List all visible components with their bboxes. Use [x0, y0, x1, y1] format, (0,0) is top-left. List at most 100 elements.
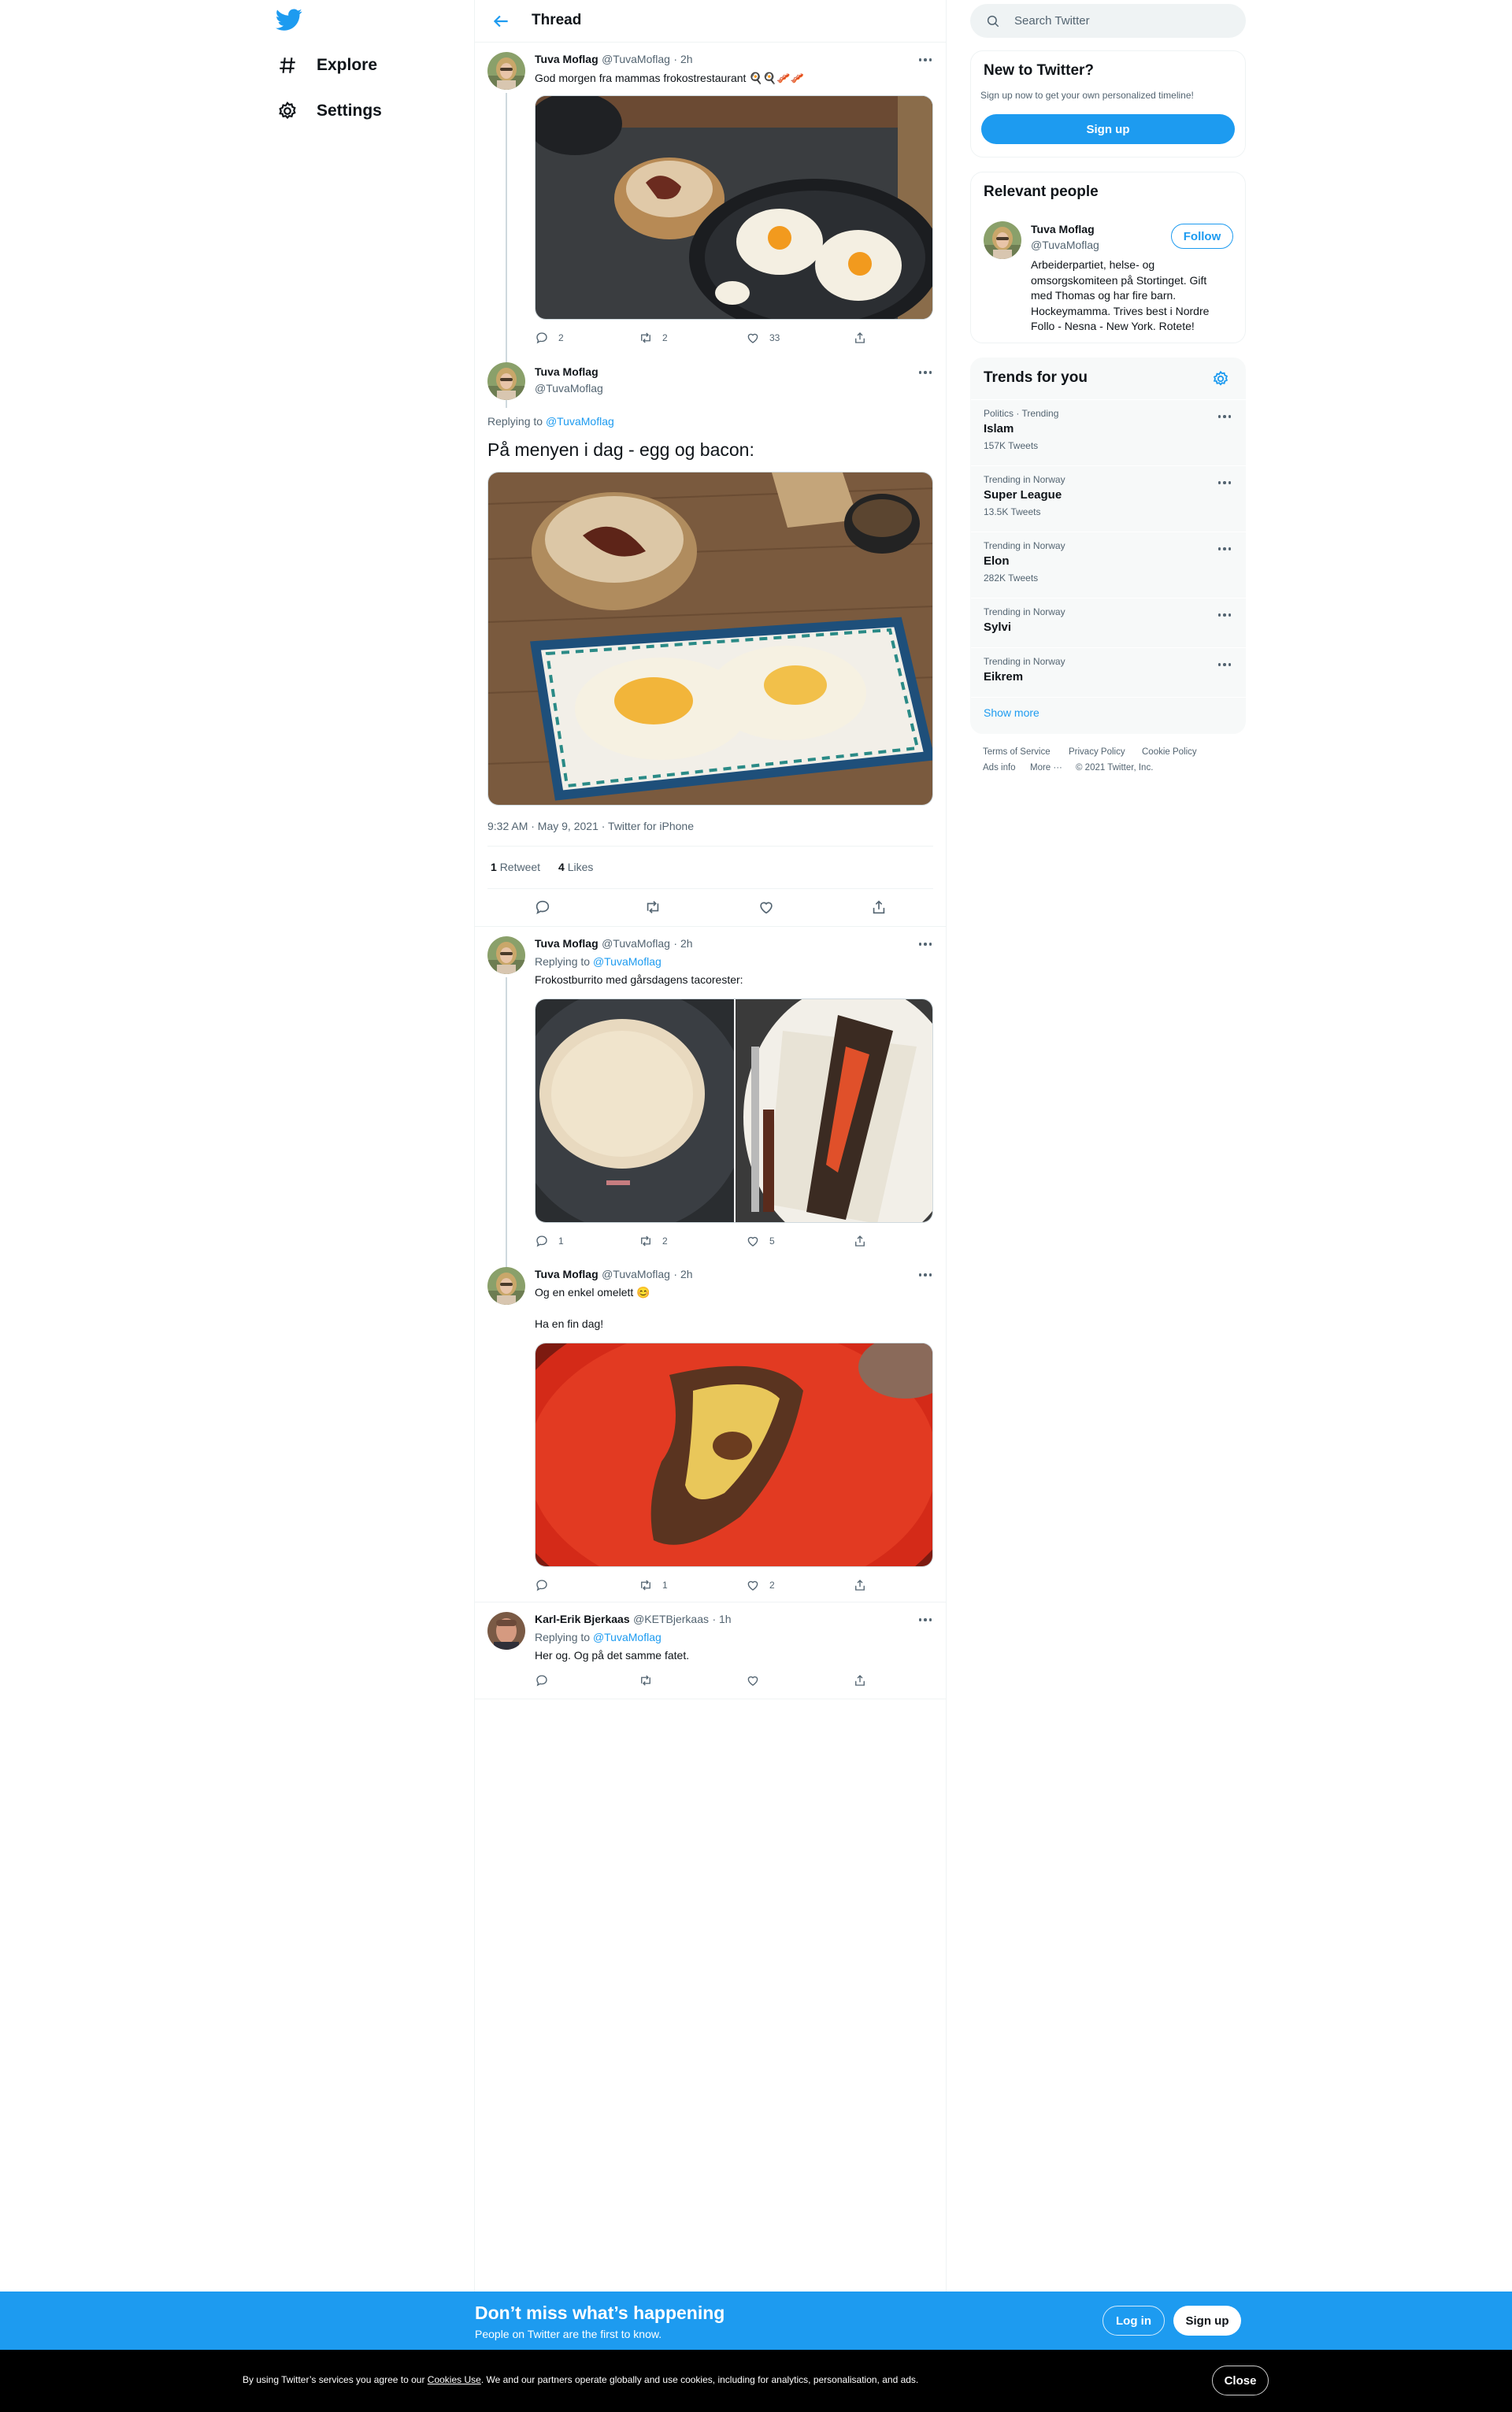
show-more-link[interactable]: Show more [984, 706, 1040, 719]
thread-connector-line [506, 977, 507, 1305]
heart-icon [758, 898, 775, 916]
trend-item[interactable]: Trending in Norway Eikrem [971, 648, 1247, 697]
more-options-icon[interactable] [916, 56, 935, 64]
nav-explore-label: Explore [317, 56, 378, 74]
reply-button[interactable] [535, 1578, 558, 1592]
thread-tweet[interactable]: Tuva Moflag @TuvaMoflag · 2h God morgen … [475, 43, 946, 408]
retweet-button[interactable]: 2 [639, 331, 668, 345]
terms-link[interactable]: Terms of Service [983, 747, 1051, 757]
reply-button[interactable] [535, 1673, 549, 1688]
author-handle[interactable]: @KETBjerkaas [633, 1613, 709, 1625]
tweet-image[interactable] [535, 1343, 933, 1567]
retweet-stat[interactable]: 1 Retweet [491, 861, 540, 873]
author-handle[interactable]: @TuvaMoflag [535, 382, 603, 395]
tweet-image[interactable] [535, 95, 933, 320]
more-options-icon[interactable] [1215, 661, 1234, 669]
trends-card: Trends for you Politics · Trending Islam… [970, 358, 1247, 734]
nav-settings[interactable]: Settings [276, 91, 382, 132]
burrito-plate-image[interactable] [736, 999, 933, 1223]
retweet-button[interactable]: 2 [639, 1234, 668, 1248]
author-name[interactable]: Karl-Erik Bjerkaas [535, 1613, 630, 1625]
avatar[interactable] [487, 52, 525, 90]
follow-button[interactable]: Follow [1171, 224, 1233, 249]
share-button[interactable] [853, 1234, 867, 1248]
retweet-button[interactable]: 1 [639, 1578, 668, 1592]
replying-to-link[interactable]: @TuvaMoflag [593, 955, 662, 968]
back-arrow-icon[interactable] [491, 11, 511, 31]
like-button[interactable]: 5 [746, 1234, 775, 1248]
thread-tweet[interactable]: Tuva Moflag @TuvaMoflag · 2h Og en enkel… [475, 1258, 946, 1602]
person-name[interactable]: Tuva Moflag [1031, 223, 1095, 235]
signup-card-subtitle: Sign up now to get your own personalized… [980, 90, 1194, 101]
reply-button[interactable]: 2 [535, 331, 564, 345]
more-options-icon[interactable] [916, 940, 935, 948]
author-name[interactable]: Tuva Moflag [535, 365, 598, 378]
hashtag-icon [276, 54, 299, 77]
trend-item[interactable]: Politics · Trending Islam 157K Tweets [971, 400, 1247, 465]
avatar[interactable] [487, 362, 525, 400]
tweet-text: Frokostburrito med gårsdagens tacorester… [535, 973, 743, 986]
ads-info-link[interactable]: Ads info [983, 763, 1016, 773]
like-button[interactable]: 33 [746, 331, 780, 345]
author-handle[interactable]: @TuvaMoflag [602, 1268, 670, 1280]
tweet-timestamp[interactable]: 9:32 AM · May 9, 2021 · Twitter for iPho… [487, 820, 694, 832]
thread-tweet[interactable]: Tuva Moflag @TuvaMoflag · 2h Replying to… [475, 927, 946, 1305]
privacy-link[interactable]: Privacy Policy [1069, 747, 1125, 757]
more-options-icon[interactable] [916, 1271, 935, 1279]
trend-item[interactable]: Trending in Norway Elon 282K Tweets [971, 532, 1247, 598]
tweet-time[interactable]: · 2h [673, 53, 692, 65]
search-input[interactable] [1014, 4, 1235, 38]
author-name[interactable]: Tuva Moflag [535, 53, 598, 65]
like-button[interactable]: 2 [746, 1578, 775, 1592]
like-button[interactable] [746, 1673, 760, 1688]
share-button[interactable] [853, 1578, 867, 1592]
tweet-time[interactable]: · 2h [673, 1268, 692, 1280]
like-button[interactable] [758, 898, 775, 916]
more-options-icon[interactable] [1215, 479, 1234, 487]
more-options-icon[interactable] [1215, 413, 1234, 421]
burrito-pan-image[interactable] [536, 999, 734, 1223]
banner-sign-up-button[interactable]: Sign up [1173, 2306, 1241, 2336]
tweet-image[interactable] [487, 472, 933, 806]
sign-up-button[interactable]: Sign up [981, 114, 1235, 144]
more-options-icon[interactable] [1215, 611, 1234, 619]
more-options-icon[interactable] [916, 1616, 935, 1624]
author-name[interactable]: Tuva Moflag [535, 1268, 598, 1280]
reply-button[interactable]: 1 [535, 1234, 564, 1248]
more-link[interactable]: More ··· [1030, 763, 1062, 773]
reply-tweet[interactable]: Karl-Erik Bjerkaas @KETBjerkaas · 1h Rep… [475, 1602, 946, 1699]
author-handle[interactable]: @TuvaMoflag [602, 53, 670, 65]
nav-explore[interactable]: Explore [276, 45, 377, 86]
retweet-button[interactable] [644, 898, 662, 916]
tweet-time[interactable]: · 1h [712, 1613, 731, 1625]
twitter-bird-icon[interactable] [276, 6, 302, 33]
reply-button[interactable] [534, 898, 551, 916]
tweet-time[interactable]: · 2h [673, 937, 692, 950]
avatar[interactable] [487, 936, 525, 974]
author-name[interactable]: Tuva Moflag [535, 937, 598, 950]
cookies-use-link[interactable]: Cookies Use [428, 2374, 481, 2385]
close-button[interactable]: Close [1212, 2366, 1269, 2395]
log-in-button[interactable]: Log in [1102, 2306, 1165, 2336]
cookie-policy-link[interactable]: Cookie Policy [1142, 747, 1197, 757]
retweet-button[interactable] [639, 1673, 653, 1688]
trend-item[interactable]: Trending in Norway Super League 13.5K Tw… [971, 466, 1247, 532]
share-button[interactable] [853, 1673, 867, 1688]
avatar[interactable] [487, 1267, 525, 1305]
trend-context: Politics · Trending [984, 408, 1059, 419]
more-options-icon[interactable] [916, 369, 935, 376]
replying-to-link[interactable]: @TuvaMoflag [546, 415, 614, 428]
share-button[interactable] [870, 898, 888, 916]
avatar[interactable] [487, 1612, 525, 1650]
more-options-icon[interactable] [1215, 545, 1234, 553]
person-handle[interactable]: @TuvaMoflag [1031, 239, 1099, 251]
trends-settings-gear-icon[interactable] [1212, 370, 1229, 387]
like-stat[interactable]: 4 Likes [558, 861, 593, 873]
trend-item[interactable]: Trending in Norway Sylvi [971, 598, 1247, 647]
tweet-actions [535, 1673, 881, 1689]
reply-count: 2 [558, 332, 564, 343]
author-handle[interactable]: @TuvaMoflag [602, 937, 670, 950]
replying-to-link[interactable]: @TuvaMoflag [593, 1631, 662, 1643]
share-button[interactable] [853, 331, 867, 345]
avatar[interactable] [984, 221, 1021, 259]
